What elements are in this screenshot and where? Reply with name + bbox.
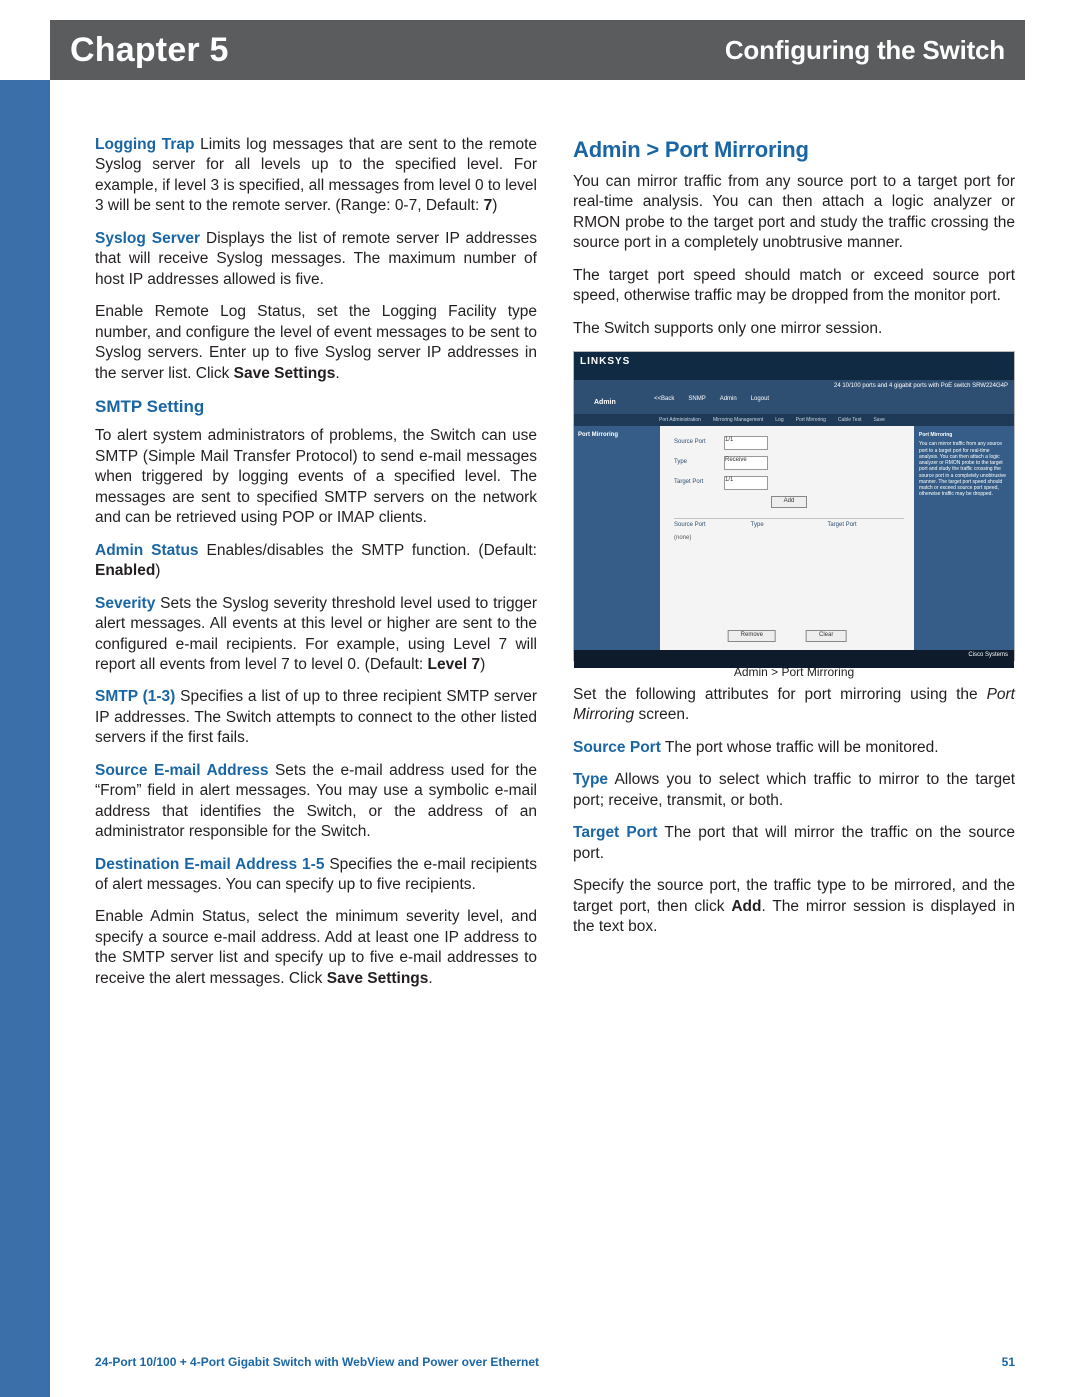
para-syslog-server: Syslog Server Displays the list of remot… xyxy=(95,229,537,290)
screenshot-help-panel: Port Mirroring You can mirror traffic fr… xyxy=(914,426,1014,650)
chapter-title: Chapter 5 xyxy=(70,31,229,70)
para-severity: Severity Sets the Syslog severity thresh… xyxy=(95,594,537,676)
para-closing: Enable Admin Status, select the minimum … xyxy=(95,907,537,989)
screenshot-tab: Admin xyxy=(720,396,737,404)
para-dest-email: Destination E-mail Address 1-5 Specifies… xyxy=(95,855,537,896)
para-pm-3: The Switch supports only one mirror sess… xyxy=(573,319,1015,339)
para-smtp-intro: To alert system administrators of proble… xyxy=(95,426,537,528)
para-smtp13: SMTP (1-3) Specifies a list of up to thr… xyxy=(95,687,537,748)
screenshot-tab: <<Back xyxy=(654,396,674,404)
para-source-port: Source Port The port whose traffic will … xyxy=(573,738,1015,758)
screenshot-section: Admin xyxy=(594,398,616,407)
term-syslog-server: Syslog Server xyxy=(95,230,200,247)
term-smtp13: SMTP (1-3) xyxy=(95,688,175,705)
footer-page-number: 51 xyxy=(1002,1355,1015,1369)
heading-smtp-setting: SMTP Setting xyxy=(95,396,537,418)
term-source-email: Source E-mail Address xyxy=(95,762,268,779)
right-column: Admin > Port Mirroring You can mirror tr… xyxy=(573,135,1015,1337)
para-logging-trap: Logging Trap Limits log messages that ar… xyxy=(95,135,537,217)
term-severity: Severity xyxy=(95,595,155,612)
left-accent-bar xyxy=(0,80,50,1397)
screenshot-remove-button: Remove xyxy=(728,630,776,642)
chapter-header: Chapter 5 Configuring the Switch xyxy=(50,20,1025,80)
para-pm-2: The target port speed should match or ex… xyxy=(573,266,1015,307)
screenshot-side-label: Port Mirroring xyxy=(574,426,660,650)
screenshot-type-select: Receive xyxy=(724,456,768,470)
screenshot-topnav: 24 10/100 ports and 4 gigabit ports with… xyxy=(574,380,1014,414)
chapter-section: Configuring the Switch xyxy=(725,35,1005,66)
screenshot-target-port-select: 1/1 xyxy=(724,476,768,490)
para-type: Type Allows you to select which traffic … xyxy=(573,770,1015,811)
para-specify: Specify the source port, the traffic typ… xyxy=(573,876,1015,937)
screenshot-port-mirroring: LINKSYS 24 10/100 ports and 4 gigabit po… xyxy=(573,351,1015,681)
screenshot-tab: Logout xyxy=(751,396,769,404)
term-admin-status: Admin Status xyxy=(95,542,199,559)
term-dest-email: Destination E-mail Address 1-5 xyxy=(95,856,324,873)
screenshot-cisco-logo: Cisco Systems xyxy=(968,652,1008,660)
screenshot-tab: SNMP xyxy=(688,396,705,404)
para-source-email: Source E-mail Address Sets the e-mail ad… xyxy=(95,761,537,843)
para-target-port: Target Port The port that will mirror th… xyxy=(573,823,1015,864)
heading-port-mirroring: Admin > Port Mirroring xyxy=(573,135,1015,164)
term-type: Type xyxy=(573,771,608,788)
para-set-attrs: Set the following attributes for port mi… xyxy=(573,685,1015,726)
footer-product: 24-Port 10/100 + 4-Port Gigabit Switch w… xyxy=(95,1355,539,1369)
screenshot-source-port-select: 1/1 xyxy=(724,436,768,450)
term-target-port: Target Port xyxy=(573,824,657,841)
term-logging-trap: Logging Trap xyxy=(95,136,194,153)
page-footer: 24-Port 10/100 + 4-Port Gigabit Switch w… xyxy=(95,1355,1015,1369)
screenshot-subnav: Port Administration Mirroring Management… xyxy=(574,414,1014,426)
screenshot-product: 24 10/100 ports and 4 gigabit ports with… xyxy=(834,383,1008,391)
screenshot-brand: LINKSYS xyxy=(574,352,1014,380)
para-admin-status: Admin Status Enables/disables the SMTP f… xyxy=(95,541,537,582)
para-pm-1: You can mirror traffic from any source p… xyxy=(573,172,1015,254)
screenshot-main: Source Port 1/1 Type Receive Target Port… xyxy=(660,426,914,650)
left-column: Logging Trap Limits log messages that ar… xyxy=(95,135,537,1337)
screenshot-clear-button: Clear xyxy=(806,630,846,642)
term-source-port: Source Port xyxy=(573,739,661,756)
para-enable-remote: Enable Remote Log Status, set the Loggin… xyxy=(95,302,537,384)
screenshot-add-button: Add xyxy=(771,496,808,508)
screenshot-tabs: <<Back SNMP Admin Logout xyxy=(654,396,769,404)
